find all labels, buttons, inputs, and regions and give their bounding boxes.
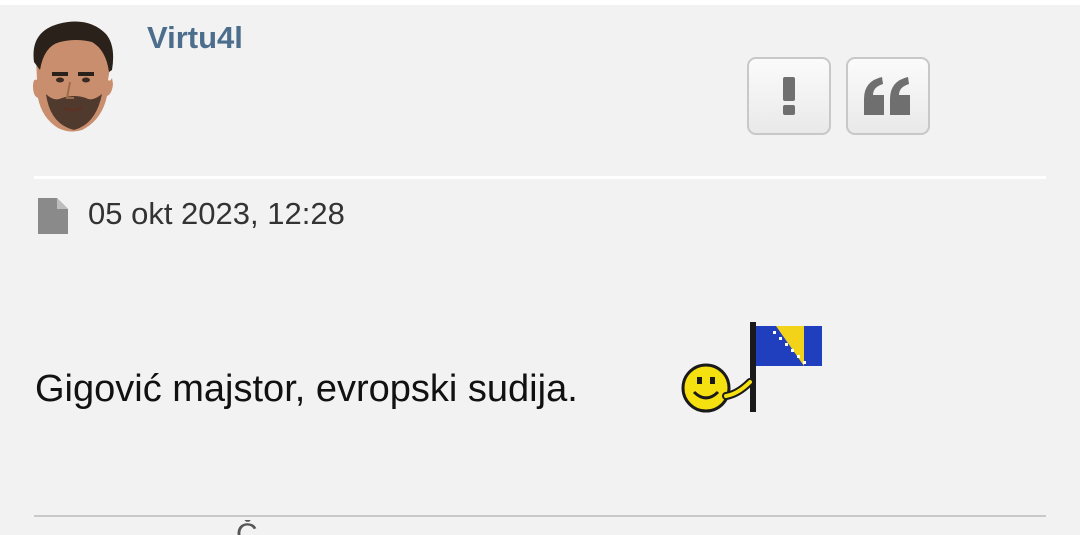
post-author[interactable]: Virtu4l — [147, 20, 243, 56]
quote-icon — [864, 77, 910, 115]
forum-post: Virtu4l 05 okt 2023, 12:28 Gigović majst… — [0, 0, 1080, 535]
exclamation-icon — [783, 77, 795, 115]
user-avatar[interactable] — [30, 20, 116, 134]
file-icon — [38, 198, 68, 234]
next-post-hint: Č — [236, 520, 258, 535]
report-button[interactable] — [747, 57, 831, 135]
top-divider — [0, 0, 1080, 5]
footer-divider — [34, 515, 1046, 517]
post-date[interactable]: 05 okt 2023, 12:28 — [88, 196, 345, 232]
quote-button[interactable] — [846, 57, 930, 135]
smiley-flag-icon — [681, 322, 822, 413]
post-body-text: Gigović majstor, evropski sudija. — [35, 368, 578, 410]
header-divider — [34, 176, 1046, 179]
